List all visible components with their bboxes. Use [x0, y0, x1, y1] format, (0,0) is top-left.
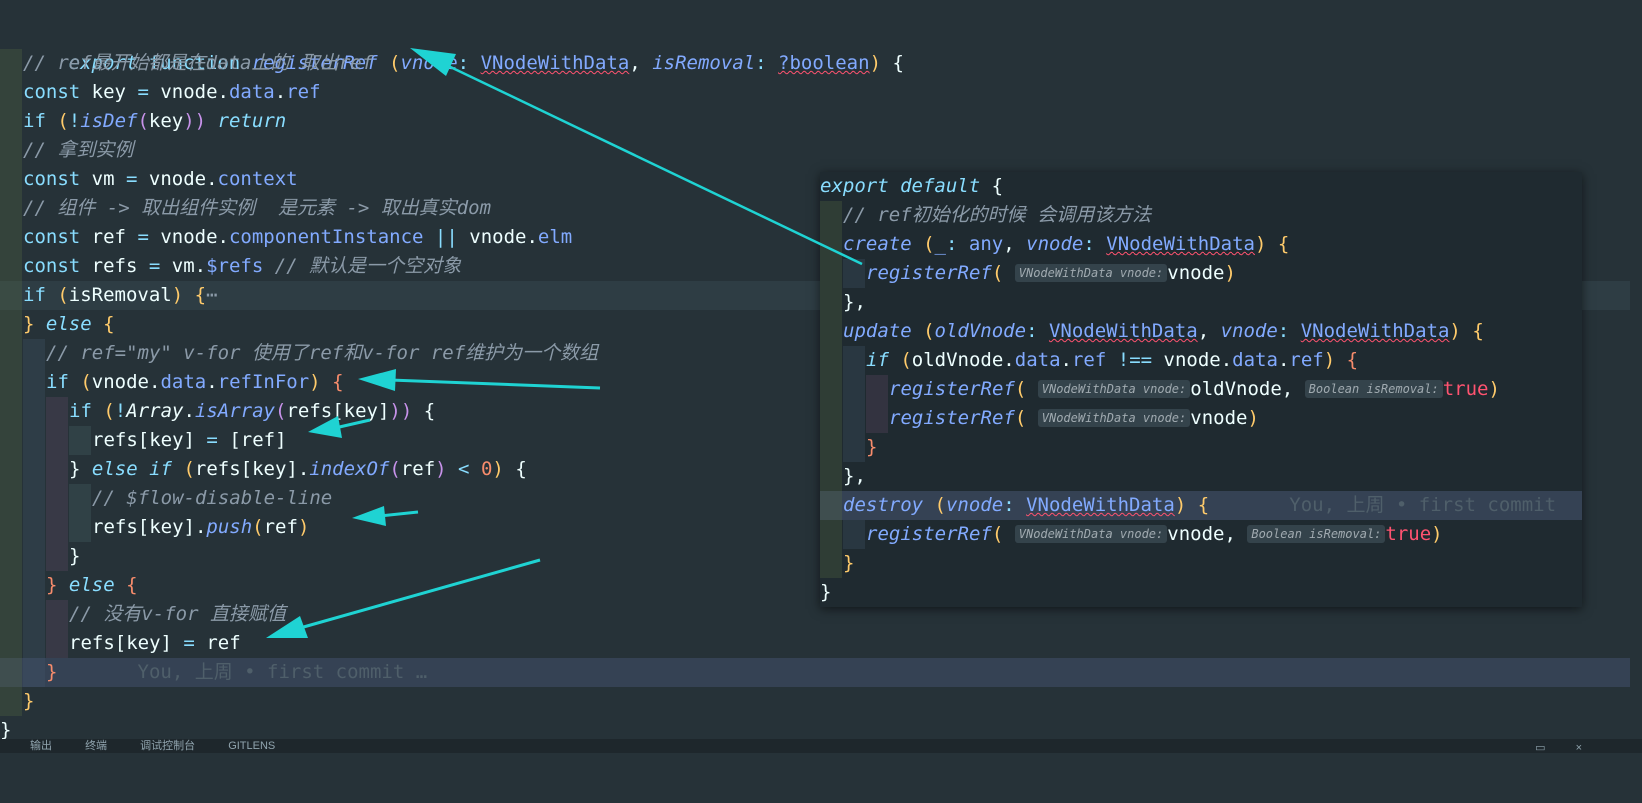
code-line-3: const key = vnode.data.ref [0, 78, 1630, 107]
popup-line-5: }, [820, 288, 1582, 317]
code-line-23: } You, 上周 • first commit … [0, 658, 1630, 687]
inlay-hint: VNodeWithData vnode: [1037, 380, 1191, 398]
popup-line-2: // ref初始化的时候 会调用该方法 [820, 201, 1582, 230]
peek-definition-popup[interactable]: export default { // ref初始化的时候 会调用该方法 cre… [820, 172, 1582, 607]
popup-line-14: } [820, 549, 1582, 578]
code-line-4: if (!isDef(key)) return [0, 107, 1630, 136]
popup-line-13: registerRef( VNodeWithData vnode: vnode, … [820, 520, 1582, 549]
panel-tab-terminal[interactable]: 终端 [85, 739, 107, 753]
popup-line-3: create (_: any, vnode: VNodeWithData) { [820, 230, 1582, 259]
inlay-hint: Boolean isRemoval: [1247, 525, 1386, 543]
maximize-panel-icon[interactable]: ▭ [1535, 741, 1545, 753]
code-line-2: // ref最开始都是在data上的 取出ref [0, 49, 1630, 78]
gitlens-blame-annotation[interactable]: You, 上周 • first commit [1289, 494, 1556, 516]
panel-tab-gitlens[interactable]: GITLENS [228, 739, 275, 753]
close-panel-icon[interactable]: × [1576, 741, 1582, 753]
popup-line-12: destroy (vnode: VNodeWithData) { You, 上周… [820, 491, 1582, 520]
popup-line-9: registerRef( VNodeWithData vnode: vnode) [820, 404, 1582, 433]
popup-line-7: if (oldVnode.data.ref !== vnode.data.ref… [820, 346, 1582, 375]
popup-line-10: } [820, 433, 1582, 462]
popup-line-1: export default { [820, 175, 1004, 197]
popup-line-11: }, [820, 462, 1582, 491]
inlay-hint: VNodeWithData vnode: [1037, 409, 1191, 427]
code-line-1: export function registerRef (vnode: VNod… [68, 52, 904, 74]
inlay-hint: Boolean isRemoval: [1304, 380, 1443, 398]
panel-tab-debug-console[interactable]: 调试控制台 [140, 739, 195, 753]
panel-tab-output[interactable]: 输出 [30, 739, 52, 753]
bottom-panel-tabs: 输出 终端 调试控制台 GITLENS ▭ × [0, 739, 1642, 753]
panel-actions: ▭ × [1505, 741, 1582, 753]
code-line-22: refs[key] = ref [0, 629, 1630, 658]
popup-line-15: } [820, 581, 832, 603]
code-line-5: // 拿到实例 [0, 136, 1630, 165]
folded-region-ellipsis[interactable]: ⋯ [206, 284, 217, 306]
popup-line-8: registerRef( VNodeWithData vnode: oldVnod… [820, 375, 1582, 404]
inlay-hint: VNodeWithData vnode: [1014, 525, 1168, 543]
inlay-hint: VNodeWithData vnode: [1014, 264, 1168, 282]
popup-line-4: registerRef( VNodeWithData vnode: vnode) [820, 259, 1582, 288]
popup-line-6: update (oldVnode: VNodeWithData, vnode: … [820, 317, 1582, 346]
code-line-24: } [0, 687, 1630, 716]
gitlens-blame-annotation[interactable]: You, 上周 • first commit … [138, 661, 428, 683]
